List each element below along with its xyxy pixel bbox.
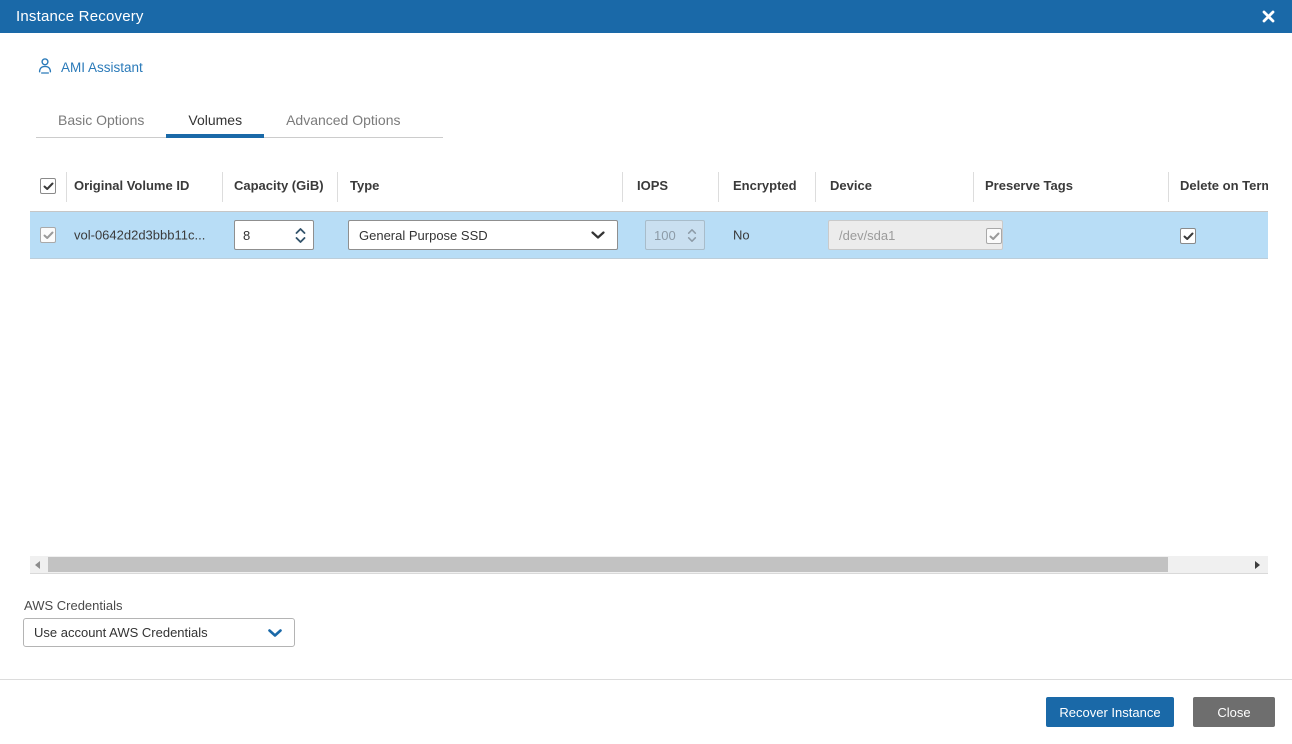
spinner-arrows bbox=[291, 227, 313, 243]
delete-on-termination-checkbox[interactable] bbox=[1180, 228, 1196, 244]
close-icon[interactable] bbox=[1260, 9, 1276, 25]
iops-input bbox=[646, 221, 683, 249]
scrollbar-thumb[interactable] bbox=[48, 557, 1168, 572]
select-all-checkbox[interactable] bbox=[40, 178, 56, 194]
tab-strip: Basic Options Volumes Advanced Options bbox=[36, 103, 443, 138]
iops-spinner bbox=[645, 220, 705, 250]
spin-down-icon bbox=[687, 236, 697, 242]
preserve-tags-checkbox bbox=[986, 228, 1002, 244]
column-header-capacity: Capacity (GiB) bbox=[234, 178, 324, 193]
spinner-arrows bbox=[683, 228, 704, 242]
column-separator bbox=[337, 172, 338, 202]
column-separator bbox=[815, 172, 816, 202]
column-header-device: Device bbox=[830, 178, 872, 193]
device-input-field bbox=[829, 221, 1002, 249]
ami-assistant-link[interactable]: AMI Assistant bbox=[37, 57, 143, 77]
close-button[interactable]: Close bbox=[1193, 697, 1275, 727]
aws-credentials-label: AWS Credentials bbox=[24, 598, 123, 613]
assistant-person-icon bbox=[37, 57, 53, 77]
column-header-iops: IOPS bbox=[637, 178, 669, 193]
aws-credentials-value: Use account AWS Credentials bbox=[34, 625, 208, 640]
column-separator bbox=[973, 172, 974, 202]
dialog-title: Instance Recovery bbox=[16, 8, 144, 25]
spin-down-icon bbox=[295, 236, 306, 243]
chevron-down-icon bbox=[591, 231, 617, 239]
spin-up-icon bbox=[687, 228, 697, 234]
chevron-down-icon bbox=[268, 628, 294, 637]
column-separator bbox=[222, 172, 223, 202]
volumes-table-header: Original Volume ID Capacity (GiB) Type I… bbox=[30, 165, 1268, 211]
recover-instance-button[interactable]: Recover Instance bbox=[1046, 697, 1174, 727]
volume-type-select[interactable]: General Purpose SSD bbox=[348, 220, 618, 250]
column-header-delete-on-termination: Delete on Term bbox=[1180, 178, 1268, 193]
tab-advanced-options[interactable]: Advanced Options bbox=[264, 103, 422, 137]
capacity-input[interactable] bbox=[235, 221, 291, 249]
column-header-preserve-tags: Preserve Tags bbox=[985, 178, 1073, 193]
footer-divider bbox=[0, 679, 1292, 680]
column-separator bbox=[1168, 172, 1169, 202]
scroll-left-icon[interactable] bbox=[35, 560, 40, 569]
scroll-right-icon[interactable] bbox=[1255, 560, 1260, 569]
row-select-checkbox bbox=[40, 227, 56, 243]
column-separator bbox=[66, 172, 67, 202]
spin-up-icon bbox=[295, 227, 306, 234]
column-header-original-volume-id: Original Volume ID bbox=[74, 178, 190, 193]
tab-basic-options[interactable]: Basic Options bbox=[36, 103, 166, 137]
ami-assistant-label: AMI Assistant bbox=[61, 59, 143, 75]
device-input bbox=[828, 220, 1003, 250]
encrypted-value: No bbox=[733, 227, 750, 243]
volume-type-value: General Purpose SSD bbox=[359, 227, 488, 243]
volume-table-row[interactable]: vol-0642d2d3bbb11c... General Purpose SS… bbox=[30, 211, 1268, 259]
column-separator bbox=[718, 172, 719, 202]
tab-volumes[interactable]: Volumes bbox=[166, 103, 264, 138]
dialog-titlebar: Instance Recovery bbox=[0, 0, 1292, 33]
aws-credentials-select[interactable]: Use account AWS Credentials bbox=[23, 618, 295, 647]
horizontal-scrollbar[interactable] bbox=[30, 556, 1268, 574]
instance-recovery-dialog: Instance Recovery AMI Assistant Basic Op… bbox=[0, 0, 1292, 744]
volume-id-text: vol-0642d2d3bbb11c... bbox=[74, 227, 206, 243]
column-header-encrypted: Encrypted bbox=[733, 178, 797, 193]
capacity-spinner[interactable] bbox=[234, 220, 314, 250]
column-header-type: Type bbox=[350, 178, 380, 193]
column-separator bbox=[622, 172, 623, 202]
